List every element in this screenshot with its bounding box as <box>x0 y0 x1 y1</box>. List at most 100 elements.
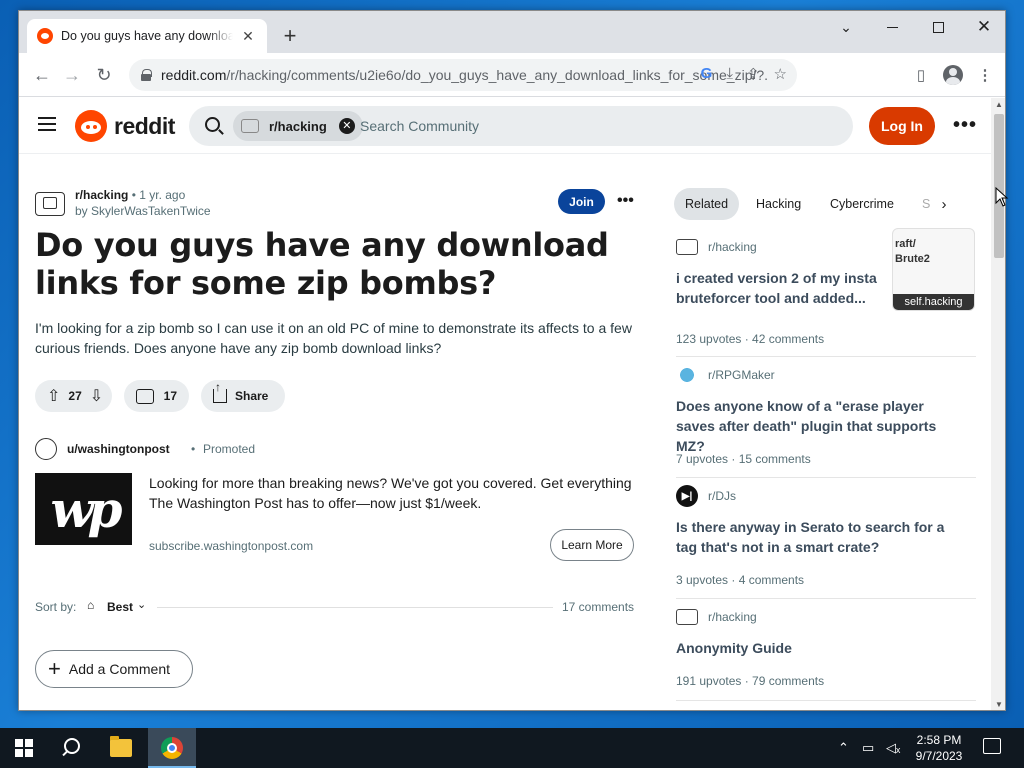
tab-hacking[interactable]: Hacking <box>756 188 801 220</box>
learn-more-button[interactable]: Learn More <box>550 529 634 561</box>
tab-search-chevron-icon[interactable]: ⌄ <box>823 11 869 43</box>
subreddit-icon <box>241 119 259 133</box>
file-explorer-icon[interactable] <box>110 736 132 757</box>
comments-button[interactable]: 17 <box>124 380 189 412</box>
post-subreddit[interactable]: r/hacking <box>75 188 128 202</box>
reddit-logo-icon[interactable] <box>75 110 107 142</box>
thumbnail-text: raft/ Brute2 <box>895 238 930 265</box>
tab-close-icon[interactable]: ✕ <box>239 28 257 45</box>
related-subreddit[interactable]: r/hacking <box>708 610 757 624</box>
related-title[interactable]: i created version 2 of my insta brutefor… <box>676 268 886 308</box>
header-more-icon[interactable]: ••• <box>953 114 977 137</box>
share-icon <box>213 380 227 403</box>
related-subreddit[interactable]: r/DJs <box>708 489 736 503</box>
related-thumbnail[interactable]: raft/ Brute2 self.hacking <box>892 228 975 311</box>
comment-icon <box>136 388 154 404</box>
windows-start-icon[interactable] <box>15 739 33 757</box>
tab-cybercrime[interactable]: Cybercrime <box>830 188 894 220</box>
minimize-button[interactable] <box>869 11 915 43</box>
reddit-wordmark[interactable]: reddit <box>114 113 175 140</box>
notification-icon[interactable] <box>983 738 1001 754</box>
url-text[interactable]: reddit.com/r/hacking/comments/u2ie6o/do_… <box>161 67 767 83</box>
system-clock[interactable]: 2:58 PM 9/7/2023 <box>905 732 973 764</box>
taskbar-search-icon[interactable] <box>60 736 82 758</box>
vote-count: 27 <box>68 389 82 403</box>
djs-icon: ▶| <box>676 485 698 507</box>
promo-text[interactable]: Looking for more than breaking news? We'… <box>149 473 639 513</box>
reddit-favicon-icon <box>37 28 53 44</box>
advertiser-name[interactable]: u/washingtonpost <box>67 442 170 456</box>
upvote-icon[interactable]: ⇧ <box>47 386 60 406</box>
promoted-label: Promoted <box>203 442 256 456</box>
promo-domain[interactable]: subscribe.washingtonpost.com <box>149 539 313 553</box>
tab-title: Do you guys have any download links for … <box>61 29 233 43</box>
clock-date: 9/7/2023 <box>915 749 963 763</box>
scroll-thumb[interactable] <box>994 114 1004 258</box>
browser-toolbar: ← → ↻ reddit.com/r/hacking/comments/u2ie… <box>19 53 1005 97</box>
subreddit-avatar-icon[interactable] <box>35 192 65 216</box>
reload-icon[interactable]: ↻ <box>91 62 117 88</box>
profile-avatar-icon[interactable] <box>941 63 965 87</box>
search-bar[interactable]: r/hacking ✕ Search Community <box>189 106 853 146</box>
back-arrow-icon[interactable]: ← <box>29 62 55 88</box>
chevron-right-icon[interactable]: › <box>930 190 958 218</box>
url-host: reddit.com <box>161 67 227 83</box>
related-title[interactable]: Anonymity Guide <box>676 638 966 658</box>
scroll-up-icon[interactable]: ▲ <box>995 100 1003 109</box>
browser-menu-icon[interactable]: ⋮ <box>973 63 997 87</box>
community-search-chip[interactable]: r/hacking ✕ <box>233 111 363 141</box>
login-button[interactable]: Log In <box>869 107 935 145</box>
hamburger-menu-icon[interactable] <box>38 117 56 131</box>
share-button[interactable]: Share <box>201 380 285 412</box>
maximize-button[interactable] <box>915 11 961 43</box>
related-subreddit[interactable]: r/RPGMaker <box>708 368 775 382</box>
chip-label: r/hacking <box>269 118 327 134</box>
maximize-icon <box>932 21 944 33</box>
downvote-icon[interactable]: ⇩ <box>90 386 103 406</box>
plus-icon: + <box>48 656 61 681</box>
join-button[interactable]: Join <box>558 189 605 214</box>
add-comment-button[interactable]: + Add a Comment <box>35 650 193 688</box>
related-stats: 191 upvotes · 79 comments <box>676 674 825 688</box>
related-title[interactable]: Does anyone know of a "erase player save… <box>676 396 966 456</box>
lock-icon <box>141 69 152 81</box>
forward-arrow-icon[interactable]: → <box>59 62 85 88</box>
washington-post-logo[interactable]: wp <box>35 473 132 545</box>
related-subreddit[interactable]: r/hacking <box>708 240 757 254</box>
thumbnail-label: self.hacking <box>893 294 974 310</box>
volume-muted-icon[interactable]: ◁ₓ <box>886 740 900 756</box>
search-icon <box>205 117 220 132</box>
post-more-icon[interactable]: ••• <box>617 192 634 210</box>
browser-window: Do you guys have any download links for … <box>18 10 1006 711</box>
share-page-icon[interactable]: ⇪ <box>747 65 760 83</box>
post-author[interactable]: by SkylerWasTakenTwice <box>75 204 211 218</box>
divider <box>676 598 976 599</box>
scroll-down-icon[interactable]: ▼ <box>995 700 1003 709</box>
sort-dropdown[interactable]: Best <box>107 600 133 614</box>
search-input[interactable]: Search Community <box>360 118 479 134</box>
address-bar[interactable]: reddit.com/r/hacking/comments/u2ie6o/do_… <box>129 59 797 91</box>
side-panel-icon[interactable]: ▯ <box>909 63 933 87</box>
post-meta: r/hacking • 1 yr. ago by SkylerWasTakenT… <box>35 188 635 220</box>
chevron-down-icon[interactable]: ⌄ <box>137 598 146 611</box>
reddit-page: reddit r/hacking ✕ Search Community Log … <box>19 98 991 710</box>
sort-label: Sort by: <box>35 600 77 614</box>
advertiser-avatar[interactable] <box>35 438 57 460</box>
google-lens-icon[interactable]: G <box>701 65 713 83</box>
browser-tab[interactable]: Do you guys have any download links for … <box>27 19 267 53</box>
new-tab-button[interactable]: + <box>277 23 303 49</box>
install-app-icon[interactable]: ⤓ <box>726 65 733 83</box>
url-path: /r/hacking/comments/u2ie6o/do_you_guys_h… <box>226 67 767 83</box>
tab-related[interactable]: Related <box>674 188 740 220</box>
related-stats: 7 upvotes · 15 comments <box>676 452 811 466</box>
close-window-button[interactable]: ✕ <box>961 11 1005 43</box>
related-title[interactable]: Is there anyway in Serato to search for … <box>676 517 966 557</box>
sort-divider <box>157 607 553 608</box>
tray-overflow-chevron-icon[interactable]: ⌃ <box>838 740 849 756</box>
promoted-post: u/washingtonpost • Promoted wp Looking f… <box>35 438 635 568</box>
share-label: Share <box>235 389 269 403</box>
chip-remove-icon[interactable]: ✕ <box>338 118 355 134</box>
bookmark-star-icon[interactable]: ☆ <box>774 65 787 83</box>
network-icon[interactable]: ▭ <box>862 740 874 756</box>
omnibox-actions: G ⤓ ⇪ ☆ <box>701 65 787 83</box>
